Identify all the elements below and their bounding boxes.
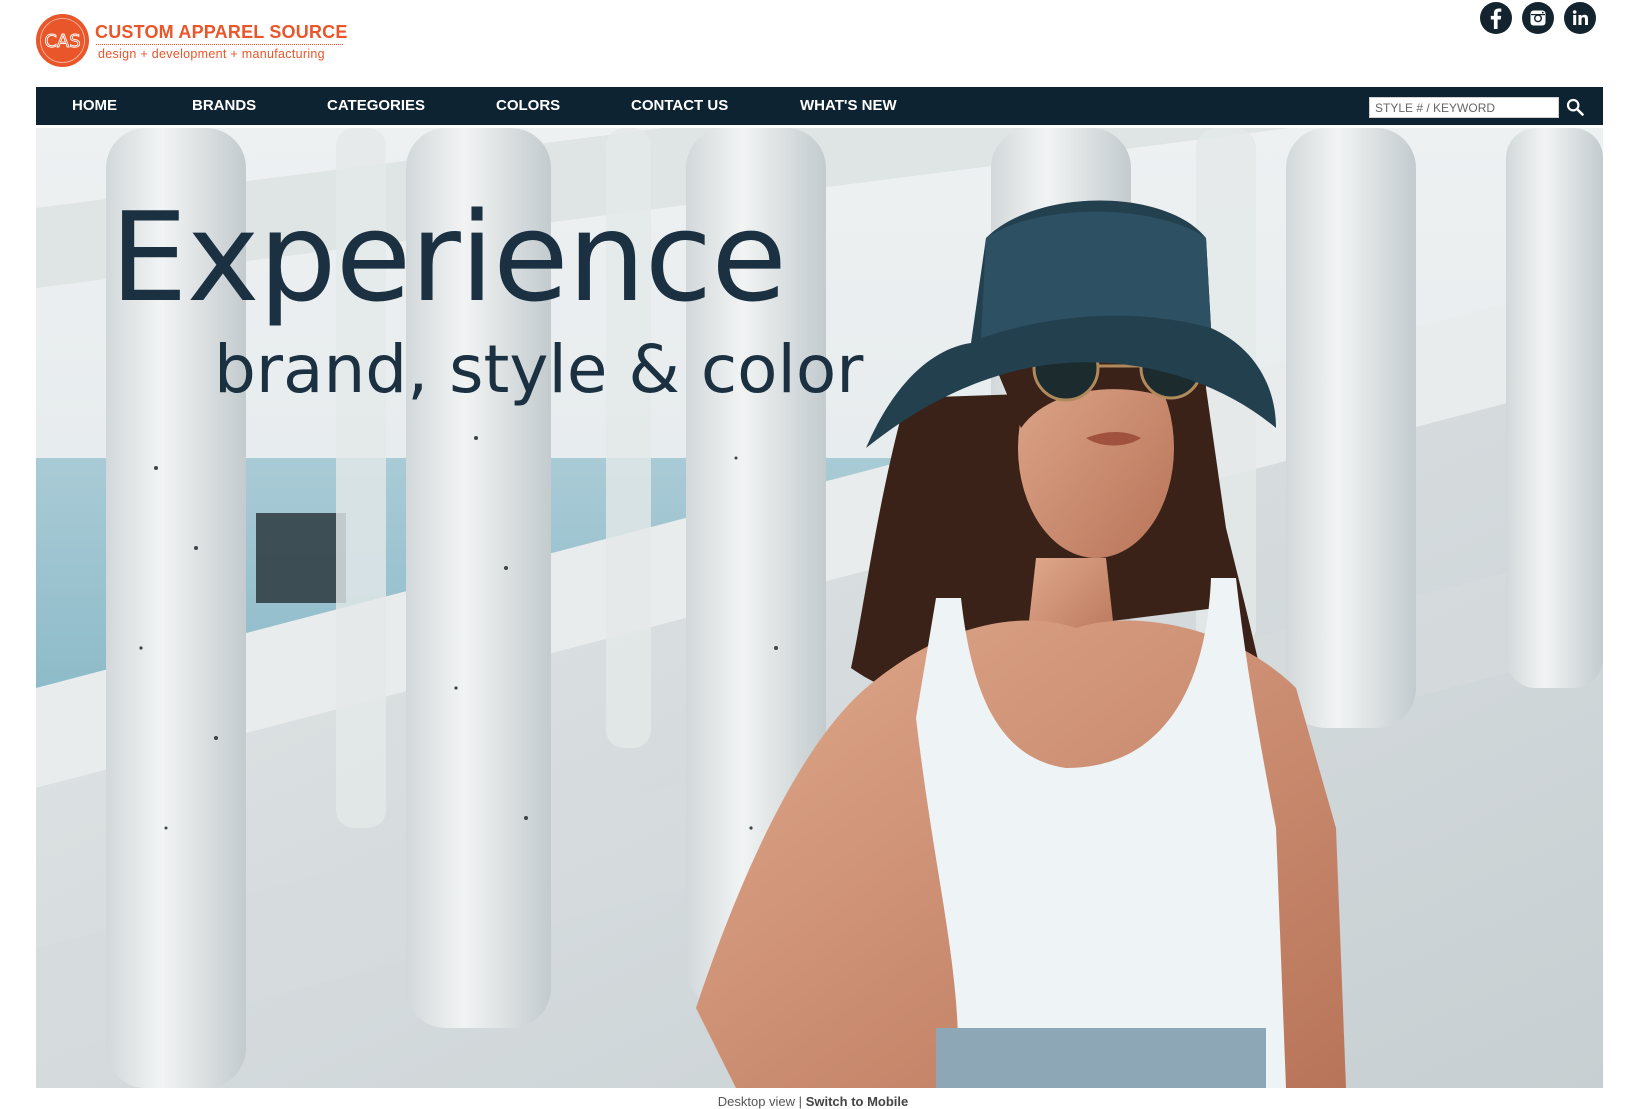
logo-divider (96, 44, 343, 45)
nav-item-colors[interactable]: COLORS (496, 87, 560, 125)
instagram-icon[interactable] (1522, 2, 1554, 34)
switch-to-mobile-link[interactable]: Switch to Mobile (806, 1094, 909, 1109)
search-icon[interactable] (1565, 97, 1585, 117)
footer-separator: | (798, 1094, 803, 1109)
hero-banner[interactable]: Experience brand, style & color (36, 128, 1603, 1088)
facebook-icon[interactable] (1480, 2, 1512, 34)
social-links (1480, 0, 1596, 36)
hero-headline: Experience (110, 187, 787, 330)
nav-item-brands[interactable]: BRANDS (192, 87, 256, 125)
brand-logo[interactable]: CAS CUSTOM APPAREL SOURCE design + devel… (36, 14, 348, 68)
logo-monogram: CAS (44, 31, 80, 52)
nav-item-home[interactable]: HOME (72, 87, 117, 125)
main-nav: HOME BRANDS CATEGORIES COLORS CONTACT US… (36, 87, 1603, 127)
linkedin-icon[interactable] (1564, 2, 1596, 34)
hero-subheadline: brand, style & color (214, 331, 864, 408)
nav-item-categories[interactable]: CATEGORIES (327, 87, 425, 125)
brand-name: CUSTOM APPAREL SOURCE (95, 22, 348, 42)
nav-item-whats-new[interactable]: WHAT'S NEW (800, 87, 897, 125)
search-input[interactable] (1369, 97, 1559, 118)
view-switcher: Desktop view | Switch to Mobile (0, 1094, 1626, 1109)
desktop-view-label: Desktop view (717, 1094, 796, 1109)
brand-tagline: design + development + manufacturing (98, 47, 325, 61)
logo-mark: CAS (36, 14, 89, 67)
nav-item-contact-us[interactable]: CONTACT US (631, 87, 728, 125)
